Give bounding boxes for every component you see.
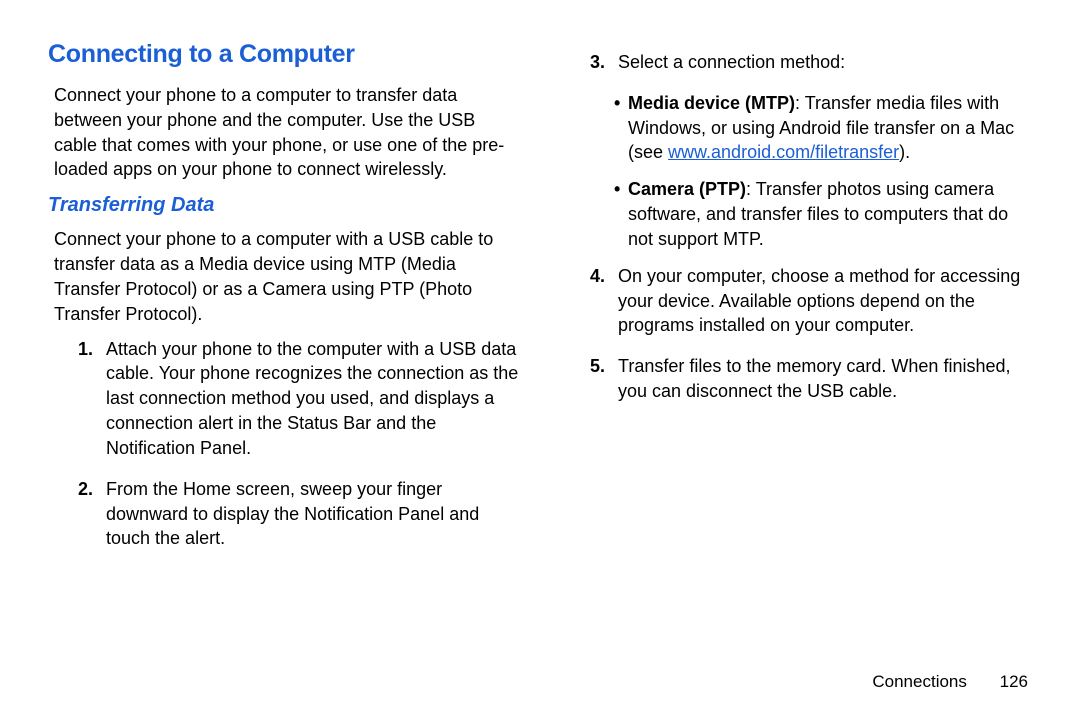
steps-list-right-2: 4. On your computer, choose a method for… (590, 264, 1032, 404)
step-number: 3. (590, 50, 605, 75)
step-4: 4. On your computer, choose a method for… (590, 264, 1032, 338)
mtp-label: Media device (MTP) (628, 93, 795, 113)
step-text: Transfer files to the memory card. When … (618, 356, 1010, 401)
sub-intro-paragraph: Connect your phone to a computer with a … (48, 227, 520, 326)
section-name: Connections (872, 672, 967, 691)
left-column: Connecting to a Computer Connect your ph… (48, 40, 520, 680)
mtp-text-b: ). (899, 142, 910, 162)
page-number: 126 (1000, 672, 1028, 691)
bullet-ptp: Camera (PTP): Transfer photos using came… (614, 177, 1032, 251)
manual-page: Connecting to a Computer Connect your ph… (0, 0, 1080, 720)
step-number: 2. (78, 477, 93, 502)
step-text: Select a connection method: (618, 52, 845, 72)
step-number: 4. (590, 264, 605, 289)
steps-list-left: 1. Attach your phone to the computer wit… (78, 337, 520, 552)
page-footer: Connections 126 (872, 672, 1028, 692)
step-number: 5. (590, 354, 605, 379)
connection-methods: Media device (MTP): Transfer media files… (614, 91, 1032, 252)
step-2: 2. From the Home screen, sweep your fing… (78, 477, 520, 551)
steps-list-right: 3. Select a connection method: (590, 50, 1032, 75)
step-number: 1. (78, 337, 93, 362)
step-1: 1. Attach your phone to the computer wit… (78, 337, 520, 461)
page-title: Connecting to a Computer (48, 40, 520, 69)
bullet-mtp: Media device (MTP): Transfer media files… (614, 91, 1032, 165)
file-transfer-link[interactable]: www.android.com/filetransfer (668, 142, 899, 162)
ptp-label: Camera (PTP) (628, 179, 746, 199)
step-5: 5. Transfer files to the memory card. Wh… (590, 354, 1032, 404)
step-text: From the Home screen, sweep your finger … (106, 479, 479, 549)
right-column: 3. Select a connection method: Media dev… (560, 40, 1032, 680)
sub-heading: Transferring Data (48, 194, 520, 217)
intro-paragraph: Connect your phone to a computer to tran… (48, 83, 520, 182)
step-3: 3. Select a connection method: (590, 50, 1032, 75)
step-text: Attach your phone to the computer with a… (106, 339, 518, 458)
step-text: On your computer, choose a method for ac… (618, 266, 1020, 336)
